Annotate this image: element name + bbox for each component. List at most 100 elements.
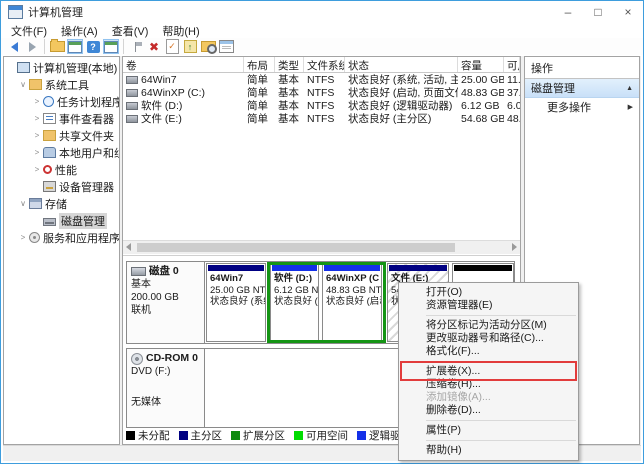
properties-icon[interactable] — [218, 39, 234, 54]
tree-item-computer-management[interactable]: 计算机管理(本地) — [4, 59, 119, 76]
menu-item-help[interactable]: 帮助(H) — [399, 444, 578, 457]
partition-64winxp-c[interactable]: 64WinXP (C 48.83 GB NTF 状态良好 (启动 — [322, 263, 382, 342]
tree-item-disk-management[interactable]: 磁盘管理 — [4, 212, 119, 229]
col-layout[interactable]: 布局 — [244, 57, 275, 72]
scrollbar-thumb[interactable] — [137, 243, 455, 252]
actions-group-disk-management[interactable]: 磁盘管理 ▲ — [525, 79, 639, 98]
menu-item-open[interactable]: 打开(O) — [399, 286, 578, 299]
disk-0-header[interactable]: 磁盘 0 基本 200.00 GB 联机 — [127, 262, 205, 343]
menu-item-shrink-volume[interactable]: 压缩卷(H)... — [399, 378, 578, 391]
menu-item-add-mirror: 添加镜像(A)... — [399, 391, 578, 404]
menu-separator — [426, 361, 576, 362]
tree-item-system-tools[interactable]: ∨ 系统工具 — [4, 76, 119, 93]
show-console-tree-icon[interactable] — [67, 39, 83, 54]
app-icon — [8, 5, 23, 19]
local-users-groups-icon — [43, 147, 56, 158]
col-volume[interactable]: 卷 — [123, 57, 244, 72]
volume-icon — [126, 115, 138, 123]
tree-item-storage[interactable]: ∨ 存储 — [4, 195, 119, 212]
menu-separator — [426, 440, 576, 441]
event-viewer-icon — [43, 113, 56, 124]
collapse-icon[interactable]: ▲ — [626, 85, 633, 92]
help-icon[interactable]: ? — [85, 39, 101, 54]
title-bar: 计算机管理 – □ × — [1, 1, 643, 23]
system-tools-icon — [29, 79, 42, 90]
cdrom-drive-letter: DVD (F:) — [131, 365, 200, 378]
close-button[interactable]: × — [613, 1, 643, 23]
back-icon[interactable] — [6, 39, 22, 54]
volume-row-64win7[interactable]: 64Win7 简单 基本 NTFS 状态良好 (系统, 活动, 主分区) 25.… — [123, 73, 520, 86]
primary-partition-swatch — [179, 431, 188, 440]
minimize-button[interactable]: – — [553, 1, 583, 23]
menu-item-extend-volume[interactable]: 扩展卷(X)... — [399, 365, 578, 378]
disk-0-size: 200.00 GB — [131, 291, 200, 304]
cdrom-0-header[interactable]: CD-ROM 0 DVD (F:) 无媒体 — [127, 349, 205, 427]
maximize-button[interactable]: □ — [583, 1, 613, 23]
partition-ruanjian-d[interactable]: 软件 (D:) 6.12 GB N 状态良好 ( — [270, 263, 319, 342]
collapsed-chevron-icon[interactable]: > — [32, 97, 42, 106]
menu-item-format[interactable]: 格式化(F)... — [399, 345, 578, 358]
col-free[interactable]: 可用 — [504, 57, 520, 72]
menu-item-mark-active[interactable]: 将分区标记为活动分区(M) — [399, 319, 578, 332]
logical-drive-bar — [324, 265, 380, 271]
menu-item-change-drive-letter[interactable]: 更改驱动器号和路径(C)... — [399, 332, 578, 345]
performance-icon — [43, 165, 52, 174]
show-window-icon[interactable] — [103, 39, 119, 54]
volume-row-wenjian-e[interactable]: 文件 (E:) 简单 基本 NTFS 状态良好 (主分区) 54.68 GB 4… — [123, 112, 520, 125]
logical-drive-swatch — [357, 431, 366, 440]
tree-item-services-apps[interactable]: > 服务和应用程序 — [4, 229, 119, 246]
more-actions-item[interactable]: 更多操作 ▶ — [525, 98, 639, 116]
tree-item-task-scheduler[interactable]: > 任务计划程序 — [4, 93, 119, 110]
menu-item-properties[interactable]: 属性(P) — [399, 424, 578, 437]
services-icon — [29, 232, 40, 243]
computer-icon — [17, 62, 30, 73]
tree-item-shared-folders[interactable]: > 共享文件夹 — [4, 127, 119, 144]
device-manager-icon — [43, 181, 56, 192]
partition-legend: 未分配 主分区 扩展分区 可用空间 逻辑驱动器 — [126, 429, 422, 441]
forward-icon[interactable] — [24, 39, 40, 54]
unallocated-bar — [454, 265, 512, 271]
col-filesystem[interactable]: 文件系统 — [304, 57, 345, 72]
tree-item-performance[interactable]: > 性能 — [4, 161, 119, 178]
collapsed-chevron-icon[interactable]: > — [18, 233, 28, 242]
menu-item-delete-volume[interactable]: 删除卷(D)... — [399, 404, 578, 417]
menu-action[interactable]: 操作(A) — [54, 23, 105, 39]
col-type[interactable]: 类型 — [275, 57, 304, 72]
col-status[interactable]: 状态 — [345, 57, 458, 72]
scroll-left-icon[interactable] — [126, 243, 131, 251]
menu-help[interactable]: 帮助(H) — [155, 23, 206, 39]
menu-item-explorer[interactable]: 资源管理器(E) — [399, 299, 578, 312]
menu-file[interactable]: 文件(F) — [4, 23, 54, 39]
actions-title: 操作 — [525, 57, 639, 79]
tree-item-device-manager[interactable]: 设备管理器 — [4, 178, 119, 195]
toolbar-separator — [123, 39, 124, 54]
pointer-icon[interactable] — [128, 39, 144, 54]
tree-item-event-viewer[interactable]: > 事件查看器 — [4, 110, 119, 127]
up-volume-icon[interactable]: ↑ — [182, 39, 198, 54]
unallocated-swatch — [126, 431, 135, 440]
console-tree: 计算机管理(本地) ∨ 系统工具 > 任务计划程序 > 事件查看器 > 共享文件… — [3, 56, 120, 445]
computer-management-window: 计算机管理 – □ × 文件(F) 操作(A) 查看(V) 帮助(H) ? ✖ … — [0, 0, 644, 464]
collapsed-chevron-icon[interactable]: > — [32, 131, 42, 140]
menu-separator — [426, 420, 576, 421]
partition-64win7[interactable]: 64Win7 25.00 GB NTF 状态良好 (系统 — [206, 263, 266, 342]
collapsed-chevron-icon[interactable]: > — [32, 165, 42, 174]
volume-context-menu: 打开(O) 资源管理器(E) 将分区标记为活动分区(M) 更改驱动器号和路径(C… — [398, 282, 579, 461]
collapsed-chevron-icon[interactable]: > — [32, 114, 42, 123]
disk-0-status: 联机 — [131, 304, 200, 317]
horizontal-scrollbar[interactable] — [123, 240, 520, 254]
menu-view[interactable]: 查看(V) — [105, 23, 156, 39]
verify-icon[interactable]: ✓ — [164, 39, 180, 54]
scroll-right-icon[interactable] — [512, 243, 517, 251]
menu-separator — [426, 315, 576, 316]
tree-item-local-users[interactable]: > 本地用户和组 — [4, 144, 119, 161]
expanded-chevron-icon[interactable]: ∨ — [18, 199, 28, 208]
col-capacity[interactable]: 容量 — [458, 57, 504, 72]
primary-partition-bar — [389, 265, 447, 271]
free-space-swatch — [294, 431, 303, 440]
collapsed-chevron-icon[interactable]: > — [32, 148, 42, 157]
delete-icon[interactable]: ✖ — [146, 39, 162, 54]
browse-icon[interactable] — [200, 39, 216, 54]
expanded-chevron-icon[interactable]: ∨ — [18, 80, 28, 89]
up-folder-icon[interactable] — [49, 39, 65, 54]
